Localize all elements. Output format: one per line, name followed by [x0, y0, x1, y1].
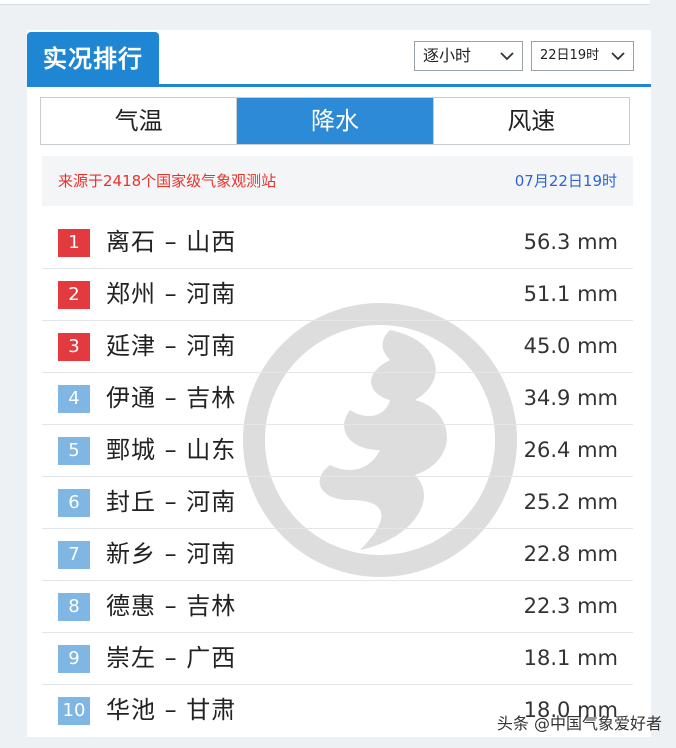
precipitation-value: 26.4 mm [523, 438, 618, 462]
rank-badge: 9 [58, 645, 90, 673]
rank-badge: 3 [58, 333, 90, 361]
rank-badge: 8 [58, 593, 90, 621]
station-name: 新乡 – 河南 [106, 540, 237, 568]
station-name: 德惠 – 吉林 [106, 592, 237, 620]
rank-badge: 6 [58, 489, 90, 517]
station-name: 华池 – 甘肃 [106, 696, 237, 724]
station-name: 伊通 – 吉林 [106, 384, 237, 412]
list-item[interactable]: 8 德惠 – 吉林 22.3 mm [42, 581, 633, 633]
list-item[interactable]: 3 延津 – 河南 45.0 mm [42, 321, 633, 373]
precipitation-value: 22.8 mm [523, 542, 618, 566]
list-item[interactable]: 4 伊通 – 吉林 34.9 mm [42, 373, 633, 425]
list-item[interactable]: 9 崇左 – 广西 18.1 mm [42, 633, 633, 685]
tab-wind-speed[interactable]: 风速 [434, 98, 629, 144]
chevron-down-icon [500, 52, 514, 61]
rank-badge: 4 [58, 385, 90, 413]
station-name: 崇左 – 广西 [106, 644, 237, 672]
list-item[interactable]: 6 封丘 – 河南 25.2 mm [42, 477, 633, 529]
precipitation-value: 25.2 mm [523, 490, 618, 514]
source-time: 07月22日19时 [514, 172, 617, 190]
list-item[interactable]: 7 新乡 – 河南 22.8 mm [42, 529, 633, 581]
list-item[interactable]: 1 离石 – 山西 56.3 mm [42, 217, 633, 269]
rank-badge: 1 [58, 229, 90, 257]
station-name: 封丘 – 河南 [106, 488, 237, 516]
rank-badge: 7 [58, 541, 90, 569]
station-name: 离石 – 山西 [106, 228, 237, 256]
footer-credit: 头条 @中国气象爱好者 [496, 714, 662, 733]
rank-badge: 10 [58, 697, 90, 725]
precipitation-value: 45.0 mm [523, 334, 618, 358]
time-select[interactable]: 22日19时 [531, 41, 634, 71]
rank-badge: 2 [58, 281, 90, 309]
interval-select[interactable]: 逐小时 [414, 41, 523, 71]
station-name: 郑州 – 河南 [106, 280, 237, 308]
rank-badge: 5 [58, 437, 90, 465]
precipitation-value: 51.1 mm [523, 282, 618, 306]
interval-select-value: 逐小时 [423, 46, 472, 65]
ranking-panel: 实况排行 逐小时 22日19时 气温 降水 风速 来源于2418个国家级气象观测… [27, 30, 651, 737]
top-bar [0, 0, 650, 5]
list-item[interactable]: 2 郑州 – 河南 51.1 mm [42, 269, 633, 321]
chevron-down-icon [611, 52, 625, 61]
station-name: 鄄城 – 山东 [106, 436, 237, 464]
source-text: 来源于2418个国家级气象观测站 [58, 172, 277, 190]
precipitation-value: 18.1 mm [523, 646, 618, 670]
list-item[interactable]: 5 鄄城 – 山东 26.4 mm [42, 425, 633, 477]
panel-title: 实况排行 [27, 32, 159, 87]
station-name: 延津 – 河南 [106, 332, 237, 360]
ranking-list: 1 离石 – 山西 56.3 mm 2 郑州 – 河南 51.1 mm 3 延津… [42, 217, 633, 736]
precipitation-value: 34.9 mm [523, 386, 618, 410]
time-select-value: 22日19时 [540, 48, 600, 63]
category-tabs: 气温 降水 风速 [40, 97, 630, 145]
tab-precipitation[interactable]: 降水 [237, 98, 434, 144]
source-bar: 来源于2418个国家级气象观测站 07月22日19时 [42, 156, 633, 206]
precipitation-value: 22.3 mm [523, 594, 618, 618]
precipitation-value: 56.3 mm [523, 230, 618, 254]
tab-temperature[interactable]: 气温 [41, 98, 238, 144]
